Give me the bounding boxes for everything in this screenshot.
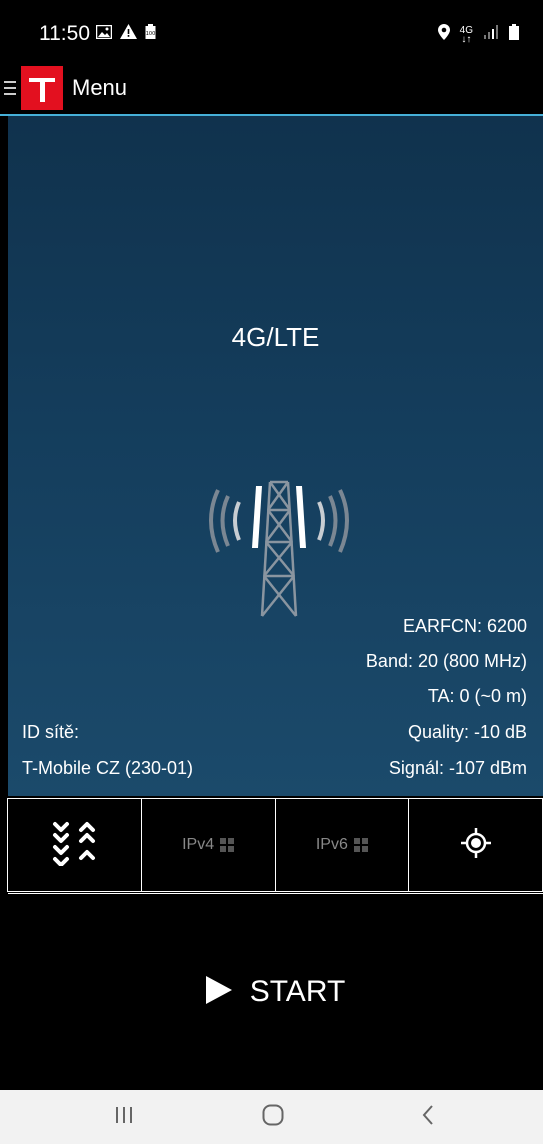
- back-button[interactable]: [388, 1090, 468, 1144]
- cell-tower-icon: [204, 480, 354, 630]
- quality-value: Quality: -10 dB: [407, 722, 527, 742]
- ipv4-status-icon: [220, 838, 235, 852]
- ipv4-status-button[interactable]: IPv4: [140, 798, 276, 892]
- location-button[interactable]: [408, 798, 543, 892]
- earfcn-value: EARFCN: 6200: [402, 616, 527, 636]
- back-icon: [421, 1104, 435, 1131]
- hamburger-menu-icon[interactable]: [4, 81, 16, 95]
- location-icon: [437, 24, 450, 45]
- app-bar: Menu: [0, 62, 543, 116]
- recent-apps-button[interactable]: [84, 1090, 164, 1144]
- home-button[interactable]: [233, 1090, 313, 1144]
- network-type-label: 4G/LTE: [231, 322, 320, 352]
- app-screen: 11:50 100 4G ↓↑ Menu 4G/LTE EARFCN: 6200…: [0, 0, 543, 1144]
- t-mobile-logo[interactable]: [21, 66, 63, 110]
- signal-value: Signál: -107 dBm: [388, 758, 527, 778]
- network-indicator: 4G ↓↑: [460, 25, 473, 45]
- expand-collapse-icon: [51, 820, 97, 871]
- start-button[interactable]: START: [8, 893, 543, 1090]
- network-id-label: ID sítě:: [22, 722, 80, 742]
- menu-title[interactable]: Menu: [72, 75, 127, 101]
- tool-bar: IPv4 IPv6: [7, 798, 543, 892]
- svg-text:100: 100: [146, 31, 156, 37]
- start-label: START: [249, 975, 346, 1008]
- expand-collapse-button[interactable]: [7, 798, 142, 892]
- ipv6-status-button[interactable]: IPv6: [274, 798, 410, 892]
- location-target-icon: [460, 827, 492, 864]
- battery-saver-icon: 100: [145, 24, 156, 44]
- band-value: Band: 20 (800 MHz): [365, 651, 527, 671]
- ipv6-label: IPv6: [315, 836, 348, 853]
- ta-value: TA: 0 (~0 m): [427, 686, 527, 706]
- warning-icon: [120, 24, 137, 44]
- status-time: 11:50: [39, 22, 90, 45]
- network-info-panel: 4G/LTE EARFCN: 6200 Band: 20 (800 MHz) T…: [8, 116, 543, 796]
- home-icon: [262, 1104, 284, 1131]
- system-nav-bar: [0, 1090, 543, 1144]
- recent-apps-icon: [114, 1106, 134, 1129]
- status-bar: 11:50 100 4G ↓↑: [0, 0, 543, 62]
- status-left-icons: 100: [95, 24, 156, 44]
- gallery-icon: [95, 24, 113, 44]
- ipv6-status-icon: [353, 838, 368, 852]
- operator-name: T-Mobile CZ (230-01): [22, 758, 194, 778]
- data-arrows-icon: ↓↑: [461, 33, 472, 45]
- ipv4-label: IPv4: [182, 836, 215, 853]
- battery-icon: [509, 24, 519, 45]
- signal-icon: [483, 25, 499, 44]
- status-right-icons: 4G ↓↑: [437, 24, 519, 45]
- play-icon: [205, 975, 232, 1009]
